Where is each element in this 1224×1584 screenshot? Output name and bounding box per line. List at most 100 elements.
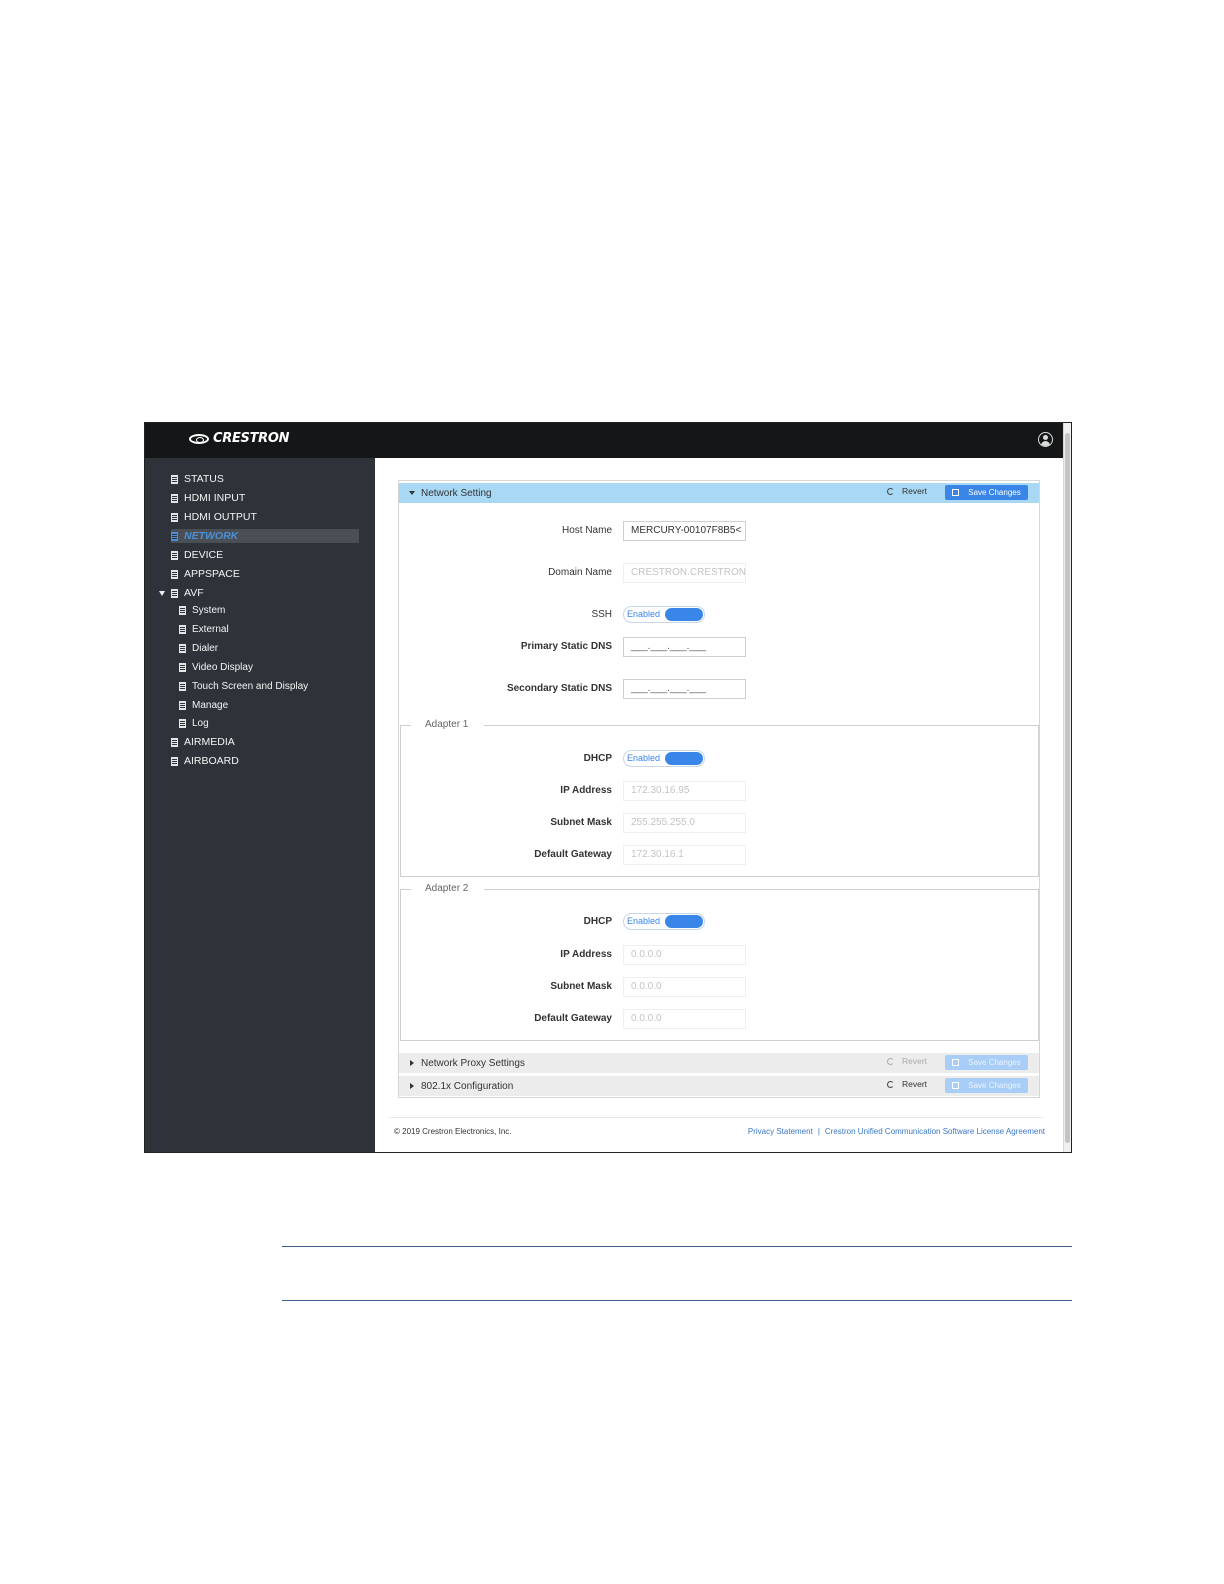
footer-links: Privacy Statement | Crestron Unified Commu… [748,1127,1045,1136]
adapter-1-dhcp-label: DHCP [583,753,612,764]
sidebar-item-status[interactable]: STATUS [171,472,224,486]
page-icon [171,550,178,560]
sidebar-item-video-display[interactable]: Video Display [179,660,253,674]
link-separator: | [817,1127,820,1136]
primary-dns-label: Primary Static DNS [520,641,612,652]
adapter-1-ip-input[interactable]: 172.30.16.95 [623,781,746,801]
adapter-2-subnet-label: Subnet Mask [550,981,612,992]
page-icon [171,569,178,579]
save-changes-button[interactable]: Save Changes [945,1078,1028,1093]
domain-name-label: Domain Name [548,567,612,578]
secondary-dns-label: Secondary Static DNS [506,683,612,694]
page-icon [179,605,186,615]
app-window: CRESTRON STATUS HDMI INPUT HDMI OUTPUT N… [144,422,1072,1153]
adapter-1-gateway-label: Default Gateway [534,849,612,860]
page-icon [171,588,178,598]
privacy-statement-link[interactable]: Privacy Statement [748,1127,813,1136]
undo-icon [887,1057,894,1065]
adapter-1-subnet-input[interactable]: 255.255.255.0 [623,813,746,833]
ssh-label: SSH [591,609,612,620]
save-changes-button[interactable]: Save Changes [945,485,1028,500]
page-icon [179,662,186,672]
page-icon [171,493,178,503]
adapter-2-title: Adapter 2 [425,883,469,894]
crestron-logo[interactable]: CRESTRON [189,431,290,446]
adapter-2-dhcp-toggle[interactable]: Enabled [623,913,705,930]
revert-button[interactable]: Revert [887,1079,927,1089]
page-icon [171,531,178,541]
secondary-dns-input[interactable]: ___.___.___.___ [623,679,746,699]
adapter-1-title: Adapter 1 [425,719,469,730]
page-icon [179,624,186,634]
domain-name-input[interactable]: CRESTRON.CRESTRON [623,563,746,583]
sidebar-item-appspace[interactable]: APPSPACE [171,567,240,581]
adapter-2-dhcp-label: DHCP [583,916,612,927]
revert-button[interactable]: Revert [887,1056,927,1066]
adapter-1-gateway-input[interactable]: 172.30.16.1 [623,845,746,865]
host-name-input[interactable]: MERCURY-00107F8B5< [623,521,746,541]
dot1x-configuration-header[interactable]: 802.1x Configuration Revert Save Changes [399,1076,1039,1096]
sidebar-item-system[interactable]: System [179,603,225,617]
sidebar-item-airboard[interactable]: AIRBOARD [171,754,239,768]
section-title: Network Proxy Settings [421,1057,525,1069]
section-title: 802.1x Configuration [421,1080,514,1092]
ssh-toggle[interactable]: Enabled [623,606,705,623]
sidebar-item-hdmi-output[interactable]: HDMI OUTPUT [171,510,257,524]
page-icon [179,643,186,653]
toggle-knob [665,752,703,765]
sidebar-item-avf[interactable]: AVF [159,586,204,600]
sidebar-item-external[interactable]: External [179,622,229,636]
note-bottom-rule [282,1300,1072,1301]
undo-icon [887,1080,894,1088]
page-icon [171,474,178,484]
primary-dns-input[interactable]: ___.___.___.___ [623,637,746,657]
page-icon [179,681,186,691]
save-changes-button[interactable]: Save Changes [945,1055,1028,1070]
adapter-2-gateway-label: Default Gateway [534,1013,612,1024]
network-proxy-settings-header[interactable]: Network Proxy Settings Revert Save Chang… [399,1053,1039,1073]
caret-down-icon[interactable] [159,590,165,596]
adapter-2-ip-input[interactable]: 0.0.0.0 [623,945,746,965]
sidebar-item-network[interactable]: NETWORK [171,529,359,543]
footer-divider [389,1117,1043,1118]
toggle-state-text: Enabled [627,609,661,619]
adapter-2-gateway-input[interactable]: 0.0.0.0 [623,1009,746,1029]
toggle-knob [665,608,703,621]
license-agreement-link[interactable]: Crestron Unified Communication Software … [825,1127,1045,1136]
brand-name: CRESTRON [213,431,290,446]
toggle-state-text: Enabled [627,753,661,763]
note-top-rule [282,1246,1072,1247]
page-icon [171,737,178,747]
sidebar: STATUS HDMI INPUT HDMI OUTPUT NETWORK DE… [145,458,375,1152]
expand-caret-icon [410,1060,414,1066]
scrollbar-thumb[interactable] [1065,433,1070,1143]
floppy-disk-icon [952,1082,960,1089]
adapter-2-subnet-input[interactable]: 0.0.0.0 [623,977,746,997]
toggle-knob [665,915,703,928]
sidebar-item-manage[interactable]: Manage [179,698,228,712]
adapter-2-ip-label: IP Address [560,949,612,960]
sidebar-item-log[interactable]: Log [179,716,209,730]
page-icon [179,700,186,710]
sidebar-item-airmedia[interactable]: AIRMEDIA [171,735,235,749]
top-bar: CRESTRON [145,423,1071,458]
revert-button[interactable]: Revert [887,486,927,496]
main-content: Network Setting Revert Save Changes Host… [375,458,1062,1152]
page-icon [179,718,186,728]
copyright-text: © 2019 Crestron Electronics, Inc. [394,1127,512,1136]
host-name-label: Host Name [561,525,612,536]
floppy-disk-icon [952,1059,960,1066]
section-title: Network Setting [421,487,492,499]
user-account-icon[interactable] [1038,432,1053,447]
adapter-1-subnet-label: Subnet Mask [550,817,612,828]
sidebar-item-dialer[interactable]: Dialer [179,641,218,655]
collapse-caret-icon [409,491,415,495]
adapter-1-dhcp-toggle[interactable]: Enabled [623,750,705,767]
sidebar-item-hdmi-input[interactable]: HDMI INPUT [171,491,245,505]
adapter-1-ip-label: IP Address [560,785,612,796]
sidebar-item-device[interactable]: DEVICE [171,548,223,562]
scrollbar[interactable] [1063,423,1071,1152]
sidebar-item-touch-screen-and-display[interactable]: Touch Screen and Display [179,679,308,693]
network-setting-header[interactable]: Network Setting Revert Save Changes [399,483,1039,503]
network-panel: Network Setting Revert Save Changes Host… [398,480,1040,1098]
